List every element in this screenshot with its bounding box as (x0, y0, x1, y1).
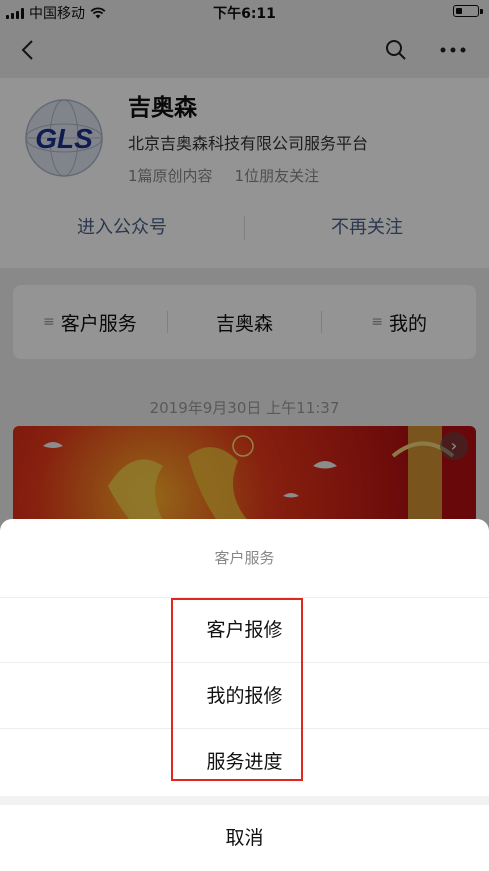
cancel-button[interactable]: 取消 (0, 805, 489, 871)
action-sheet-title: 客户服务 (0, 519, 489, 598)
divider (0, 796, 489, 805)
highlight-box (171, 598, 303, 781)
